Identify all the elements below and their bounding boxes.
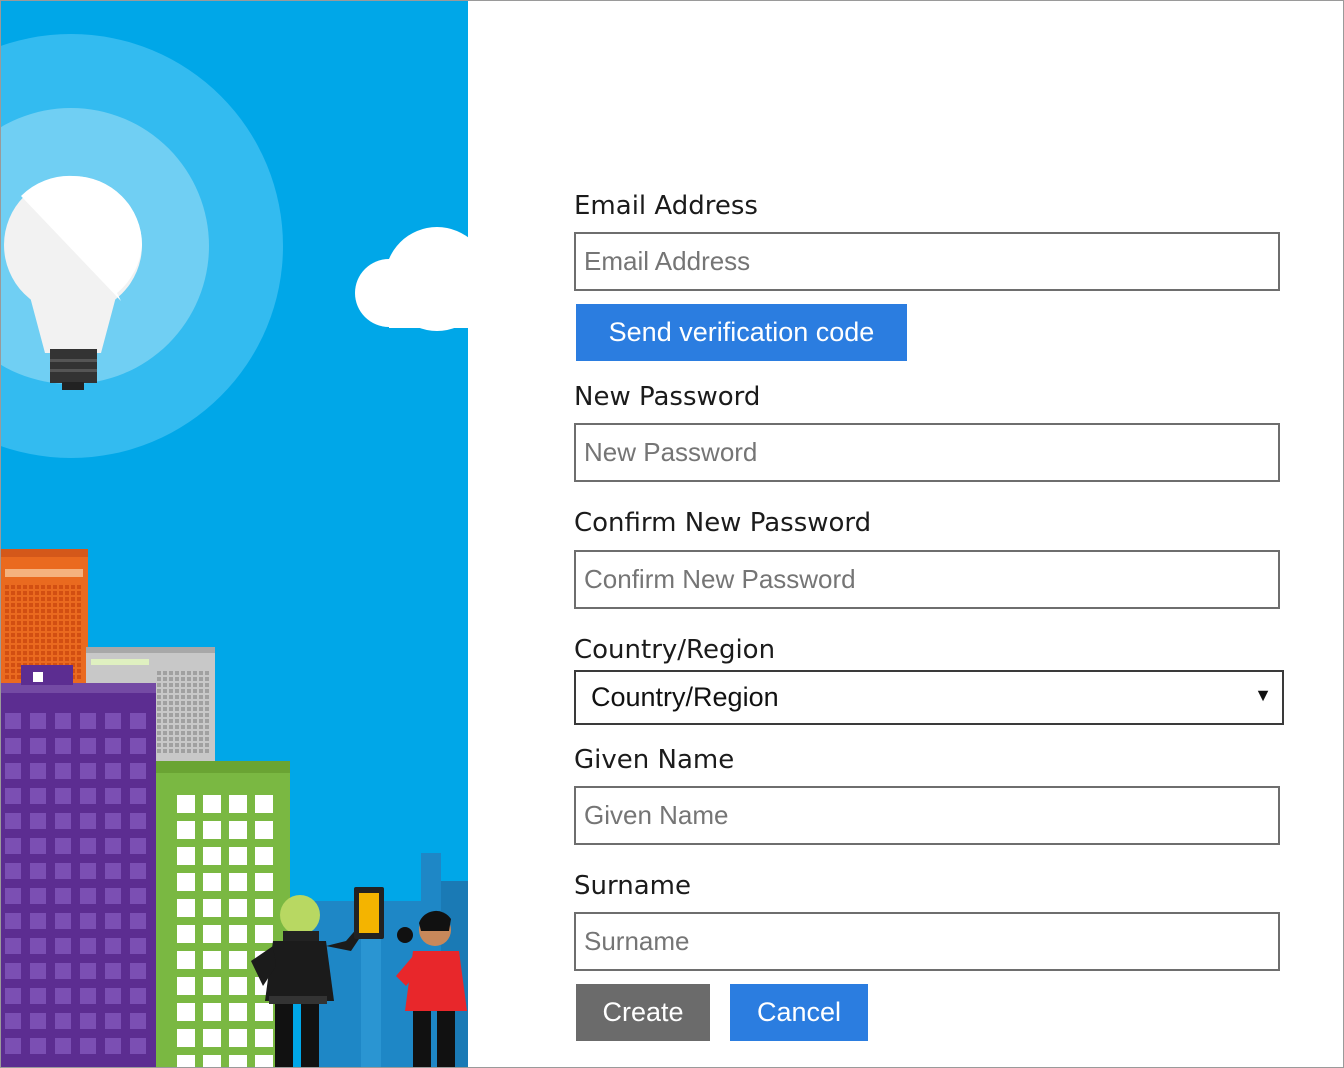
surname-label: Surname bbox=[574, 871, 691, 901]
signup-form: Email Address Send verification code New… bbox=[574, 1, 1286, 1067]
country-region-label: Country/Region bbox=[574, 635, 776, 665]
country-region-selected-value: Country/Region bbox=[591, 682, 779, 712]
confirm-password-input[interactable] bbox=[574, 550, 1280, 609]
create-button[interactable]: Create bbox=[576, 984, 710, 1041]
new-password-label: New Password bbox=[574, 382, 761, 412]
purple-building bbox=[1, 665, 156, 1067]
given-name-input[interactable] bbox=[574, 786, 1280, 845]
send-verification-code-button[interactable]: Send verification code bbox=[576, 304, 907, 361]
confirm-password-label: Confirm New Password bbox=[574, 508, 872, 538]
green-building bbox=[156, 761, 290, 1067]
email-input[interactable] bbox=[574, 232, 1280, 291]
cancel-button[interactable]: Cancel bbox=[730, 984, 868, 1041]
caret-down-icon: ▼ bbox=[1254, 685, 1272, 705]
country-region-select[interactable]: Country/Region ▼ bbox=[574, 670, 1284, 725]
new-password-input[interactable] bbox=[574, 423, 1280, 482]
signup-page: Email Address Send verification code New… bbox=[0, 0, 1344, 1068]
given-name-label: Given Name bbox=[574, 745, 735, 775]
surname-input[interactable] bbox=[574, 912, 1280, 971]
hero-illustration bbox=[1, 1, 468, 1067]
email-label: Email Address bbox=[574, 191, 758, 221]
